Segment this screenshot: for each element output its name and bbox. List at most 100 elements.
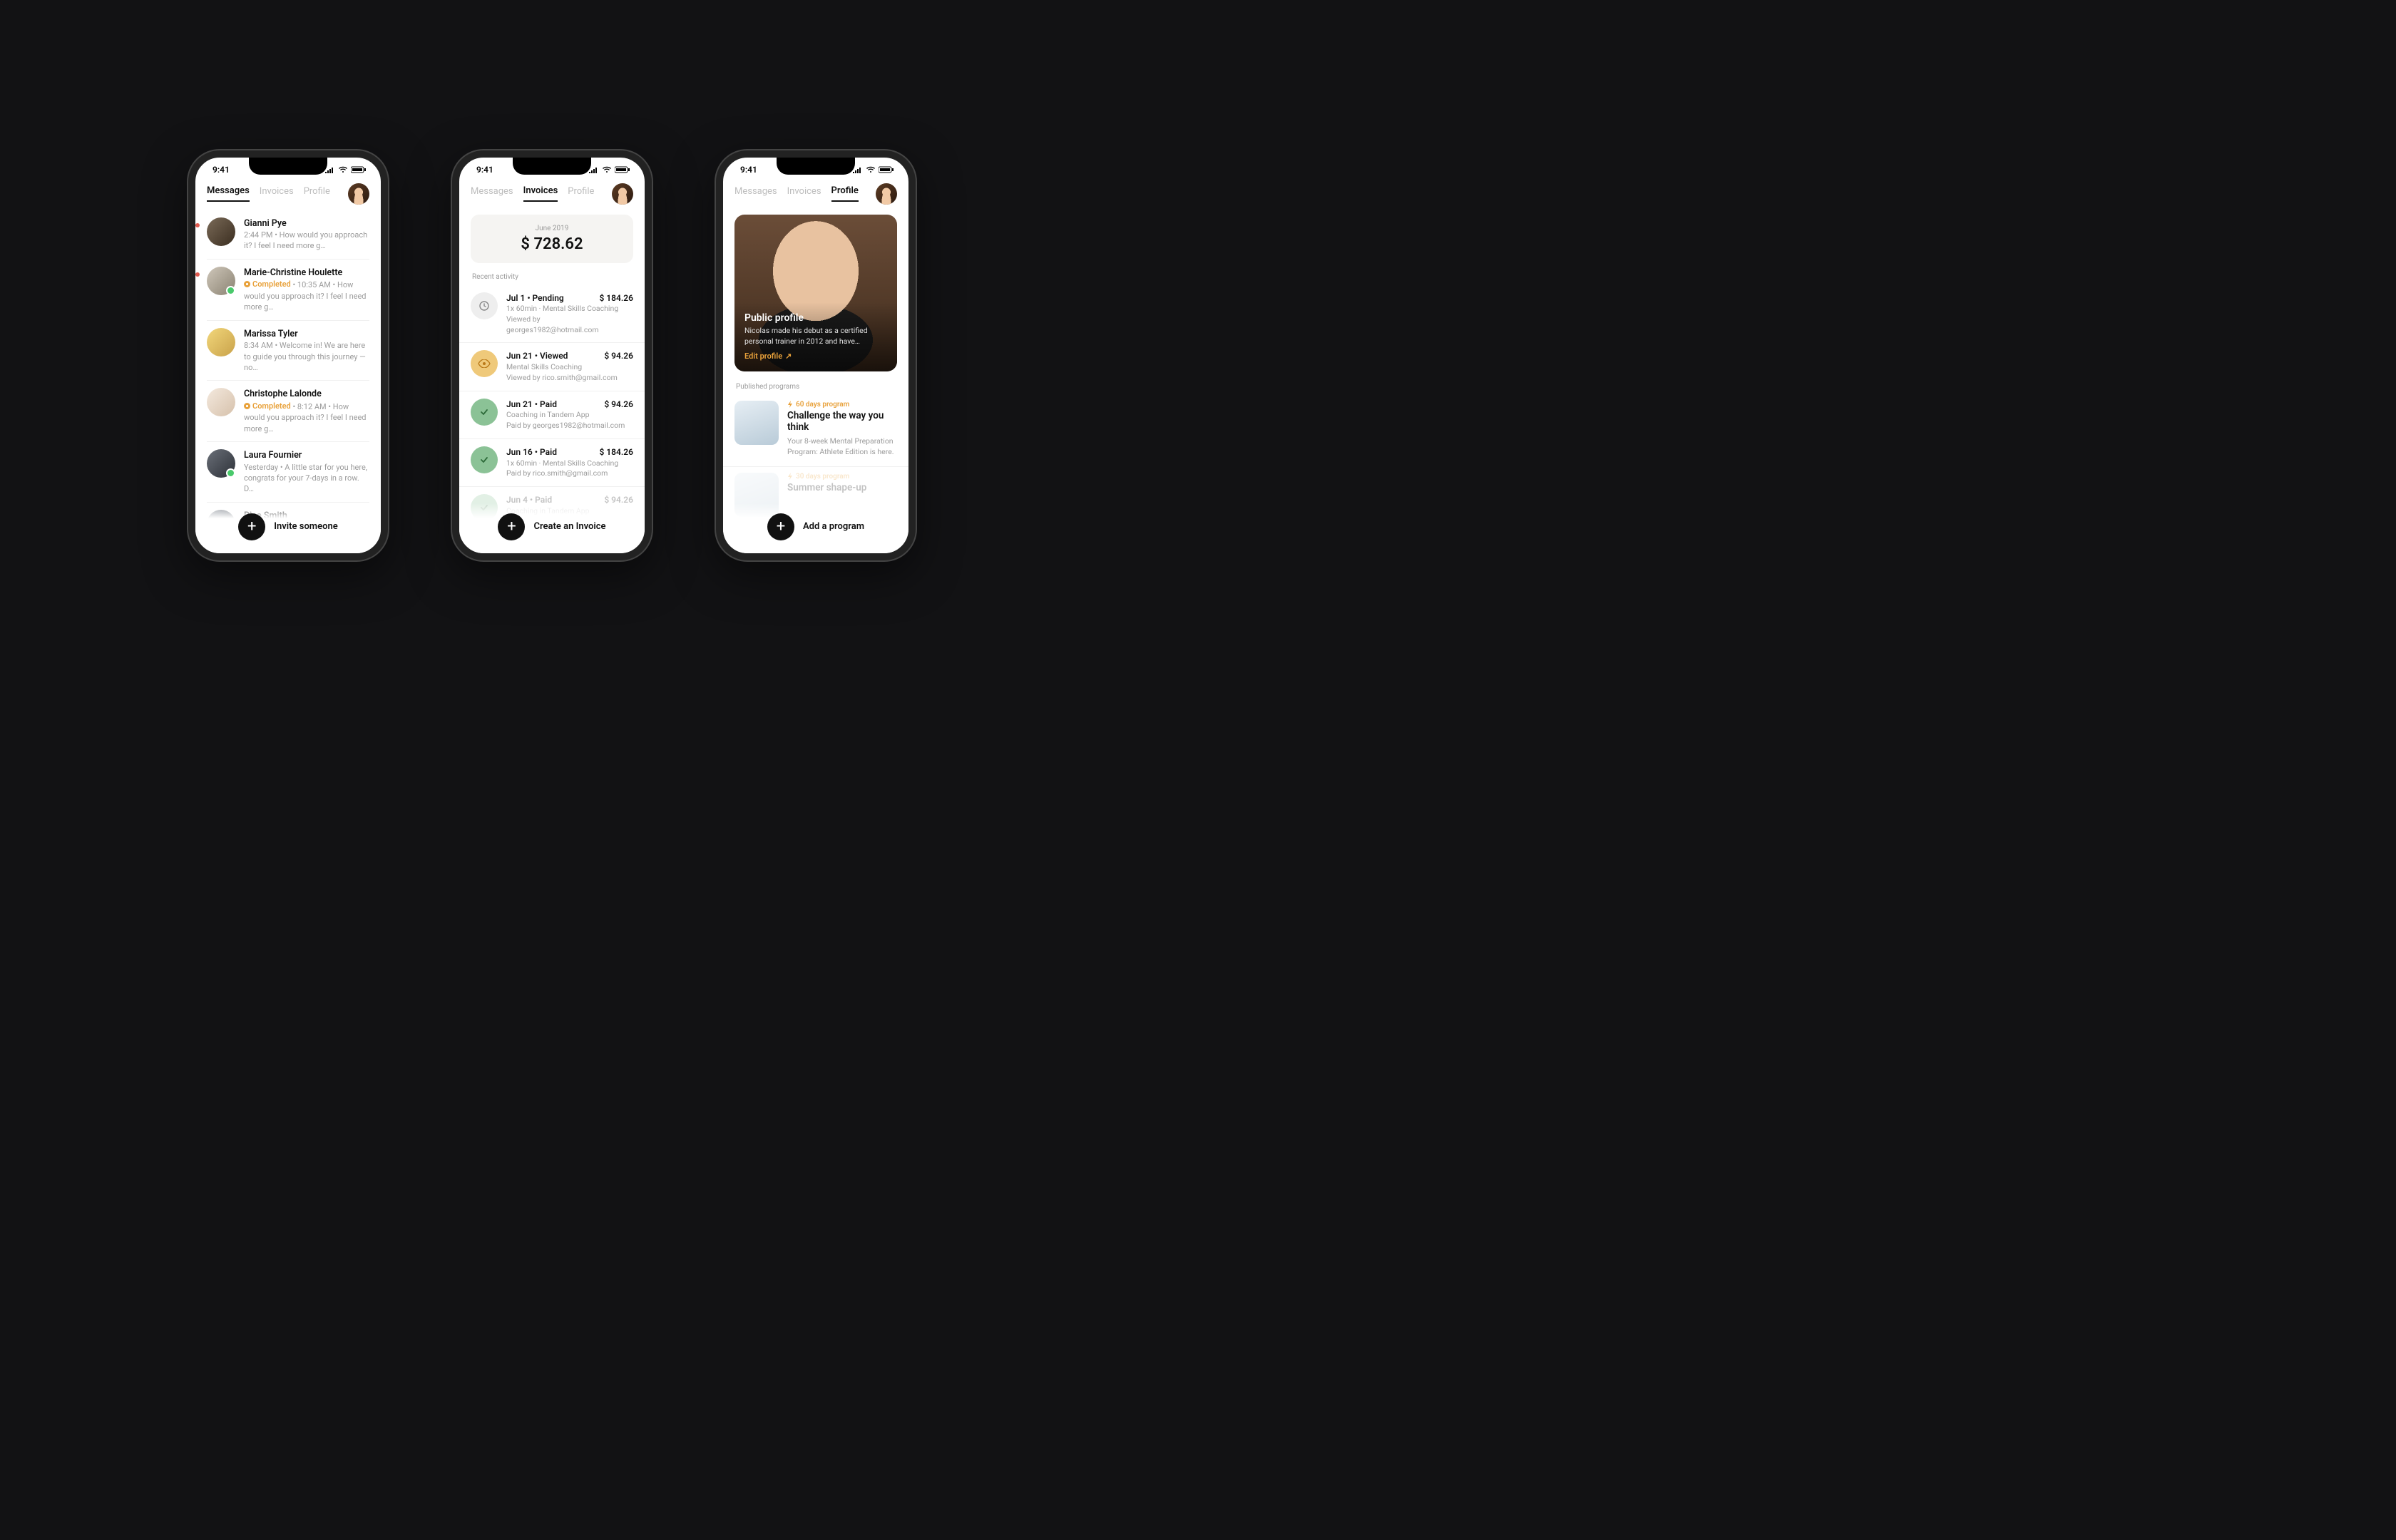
program-meta: 30 days program <box>787 473 866 481</box>
message-row[interactable]: Gianni Pye2:44 PM • How would you approa… <box>207 210 369 260</box>
tab-profile[interactable]: Profile <box>831 185 859 202</box>
program-row[interactable]: 60 days programChallenge the way you thi… <box>723 395 908 467</box>
avatar[interactable] <box>876 183 897 205</box>
message-body: Marie-Christine HouletteCompleted • 10:3… <box>244 267 369 313</box>
invoice-summary[interactable]: June 2019 $ 728.62 <box>471 215 633 263</box>
bolt-icon <box>787 473 793 480</box>
contact-avatar <box>207 217 235 246</box>
eye-icon <box>478 359 491 368</box>
invoice-line1: 1x 60min · Mental Skills Coaching <box>506 458 633 469</box>
tab-invoices[interactable]: Invoices <box>787 186 821 201</box>
unread-dot <box>195 223 200 227</box>
contact-name: Gianni Pye <box>244 217 369 230</box>
contact-name: Marissa Tyler <box>244 328 369 341</box>
program-thumbnail <box>734 401 779 445</box>
invoice-date-status: Jun 21 • Paid <box>506 399 557 411</box>
tab-invoices[interactable]: Invoices <box>523 185 558 202</box>
invoice-row[interactable]: Jun 21 • Viewed$ 94.26Mental Skills Coac… <box>459 343 645 391</box>
contact-avatar <box>207 328 235 356</box>
tab-invoices[interactable]: Invoices <box>260 186 294 201</box>
program-title: Challenge the way you think <box>787 410 897 434</box>
tab-bar: Messages Invoices Profile <box>195 175 381 210</box>
plus-icon: + <box>498 513 525 540</box>
profile-hero[interactable]: Public profile Nicolas made his debut as… <box>734 215 897 371</box>
clock-icon <box>478 300 490 312</box>
unread-dot <box>195 272 200 277</box>
battery-icon <box>879 166 894 173</box>
message-body: Marissa Tyler8:34 AM • Welcome in! We ar… <box>244 328 369 374</box>
tab-messages[interactable]: Messages <box>734 186 777 201</box>
invoice-line1: Coaching in Tandem App <box>506 410 633 421</box>
tab-profile[interactable]: Profile <box>304 186 330 201</box>
wifi-icon <box>338 166 348 173</box>
avatar[interactable] <box>612 183 633 205</box>
message-row[interactable]: Marie-Christine HouletteCompleted • 10:3… <box>207 260 369 321</box>
message-body: Laura FournierYesterday • A little star … <box>244 449 369 495</box>
invoice-info: Jun 16 • Paid$ 184.261x 60min · Mental S… <box>506 446 633 479</box>
contact-name: Christophe Lalonde <box>244 388 369 401</box>
contact-name: Laura Fournier <box>244 449 369 462</box>
invoice-line1: 1x 60min · Mental Skills Coaching <box>506 304 633 314</box>
message-row[interactable]: Marissa Tyler8:34 AM • Welcome in! We ar… <box>207 321 369 381</box>
message-preview: Completed • 10:35 AM • How would you app… <box>244 279 369 312</box>
message-row[interactable]: Laura FournierYesterday • A little star … <box>207 442 369 503</box>
phone-messages: 9:41 Messages Invoices Profile Gianni Py… <box>188 150 388 560</box>
profile-desc: Nicolas made his debut as a certified pe… <box>744 326 887 346</box>
message-preview: 2:44 PM • How would you approach it? I f… <box>244 230 369 252</box>
completed-badge: Completed <box>244 279 291 289</box>
tab-messages[interactable]: Messages <box>471 186 513 201</box>
message-preview: Completed • 8:12 AM • How would you appr… <box>244 401 369 434</box>
bolt-icon <box>787 401 793 408</box>
invoice-info: Jun 21 • Paid $ 94.26Coaching in Tandem A… <box>506 399 633 431</box>
invoice-line2: Paid by rico.smith@gmail.com <box>506 468 633 479</box>
summary-amount: $ 728.62 <box>481 235 623 253</box>
invoice-status-icon <box>471 446 498 473</box>
invoice-line2: Paid by georges1982@hotmail.com <box>506 421 633 431</box>
check-icon <box>479 407 489 417</box>
completed-badge: Completed <box>244 401 291 411</box>
add-program-label: Add a program <box>803 521 864 532</box>
program-info: 60 days programChallenge the way you thi… <box>787 401 897 458</box>
tab-profile[interactable]: Profile <box>568 186 594 201</box>
phone-invoices: 9:41 Messages Invoices Profile June 2019… <box>452 150 652 560</box>
create-invoice-button[interactable]: + Create an Invoice <box>498 513 605 540</box>
invoice-amount: $ 94.26 <box>604 399 633 411</box>
status-time: 9:41 <box>213 165 230 175</box>
add-program-button[interactable]: + Add a program <box>767 513 864 540</box>
fab-bar: + Create an Invoice <box>459 503 645 553</box>
invoice-row[interactable]: Jul 1 • Pending$ 184.261x 60min · Mental… <box>459 285 645 344</box>
invoice-date-status: Jun 16 • Paid <box>506 446 557 458</box>
program-meta: 60 days program <box>787 401 897 409</box>
wifi-icon <box>602 166 612 173</box>
contact-avatar <box>207 449 235 478</box>
battery-icon <box>615 166 630 173</box>
recent-activity-label: Recent activity <box>459 270 645 285</box>
invoice-date-status: Jun 21 • Viewed <box>506 350 568 362</box>
invoice-list: Jul 1 • Pending$ 184.261x 60min · Mental… <box>459 285 645 535</box>
contact-avatar <box>207 267 235 295</box>
fab-bar: + Invite someone <box>195 503 381 553</box>
plus-icon: + <box>767 513 794 540</box>
edit-profile-link[interactable]: Edit profile ↗ <box>744 351 792 361</box>
avatar[interactable] <box>348 183 369 205</box>
status-icons <box>852 166 894 173</box>
invite-button[interactable]: + Invite someone <box>238 513 337 540</box>
profile-overlay: Public profile Nicolas made his debut as… <box>734 302 897 371</box>
profile-title: Public profile <box>744 312 887 324</box>
invoice-row[interactable]: Jun 16 • Paid$ 184.261x 60min · Mental S… <box>459 439 645 487</box>
phone-profile: 9:41 Messages Invoices Profile Public pr… <box>716 150 916 560</box>
message-body: Gianni Pye2:44 PM • How would you approa… <box>244 217 369 252</box>
message-row[interactable]: Christophe LalondeCompleted • 8:12 AM • … <box>207 381 369 442</box>
tab-messages[interactable]: Messages <box>207 185 250 202</box>
edit-profile-label: Edit profile <box>744 351 782 361</box>
invoice-amount: $ 94.26 <box>604 350 633 362</box>
create-invoice-label: Create an Invoice <box>533 521 605 532</box>
invoice-status-icon <box>471 399 498 426</box>
tab-bar: Messages Invoices Profile <box>723 175 908 210</box>
invoice-status-icon <box>471 350 498 377</box>
wifi-icon <box>866 166 876 173</box>
fab-bar: + Add a program <box>723 503 908 553</box>
message-preview: Yesterday • A little star for you here, … <box>244 462 369 495</box>
program-desc: Your 8-week Mental Preparation Program: … <box>787 436 897 457</box>
invoice-row[interactable]: Jun 21 • Paid $ 94.26Coaching in Tandem A… <box>459 391 645 439</box>
